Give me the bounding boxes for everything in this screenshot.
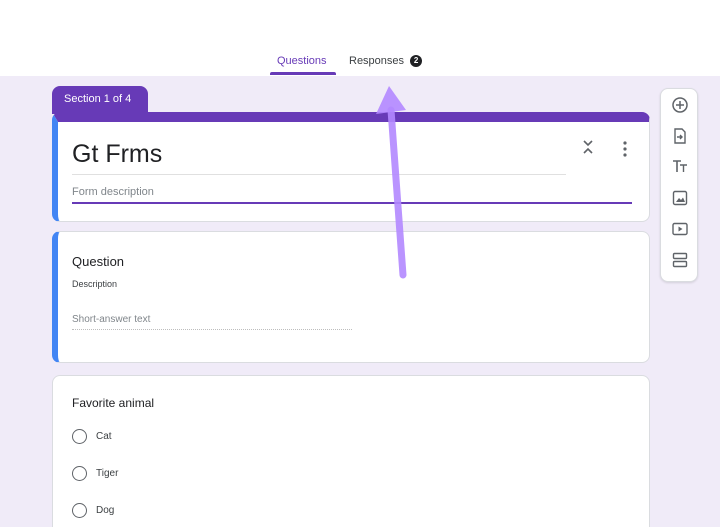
question-title[interactable]: Question [72,254,124,269]
multiple-choice-title[interactable]: Favorite animal [72,396,154,410]
tab-responses-label: Responses [349,55,405,67]
tab-questions-label: Questions [277,55,327,67]
radio-button-icon[interactable] [72,466,87,481]
option-label: Cat [96,431,112,442]
form-description-input[interactable] [72,182,632,204]
more-vert-icon[interactable] [620,140,630,158]
tab-questions[interactable]: Questions [277,55,327,67]
option-label: Dog [96,505,115,516]
form-title[interactable]: Gt Frms [72,140,162,169]
add-image-button[interactable] [670,188,690,208]
responses-count-badge: 2 [410,55,423,67]
add-question-button[interactable] [670,95,690,115]
short-answer-placeholder: Short-answer text [72,314,352,330]
add-title-icon [673,160,687,172]
floating-toolbar [660,88,698,282]
import-questions-button[interactable] [670,126,690,146]
option-dog[interactable]: Dog [72,503,114,518]
option-cat[interactable]: Cat [72,429,112,444]
title-underline [72,174,566,175]
section-label: Section 1 of 4 [64,93,132,105]
add-image-icon [672,190,688,206]
option-tiger[interactable]: Tiger [72,466,118,481]
option-label: Tiger [96,468,119,479]
add-section-button[interactable] [670,250,690,270]
add-video-icon [672,222,688,236]
tab-responses[interactable]: Responses 2 [349,55,423,67]
radio-button-icon[interactable] [72,503,87,518]
add-section-icon [672,252,688,268]
active-tab-indicator [270,72,336,75]
collapse-section-icon[interactable] [580,138,596,156]
add-title-button[interactable] [670,156,690,176]
radio-button-icon[interactable] [72,429,87,444]
question-description[interactable]: Description [72,279,117,289]
section-indicator: Section 1 of 4 [52,86,148,114]
add-question-icon [672,97,688,113]
multiple-choice-card[interactable]: Favorite animal Cat Tiger Dog [52,375,650,527]
add-video-button[interactable] [670,219,690,239]
import-questions-icon [674,128,686,144]
form-header-card[interactable]: Gt Frms [52,112,650,222]
top-nav: Questions Responses 2 [0,0,720,76]
question-card[interactable]: Question Description Short-answer text [52,231,650,363]
